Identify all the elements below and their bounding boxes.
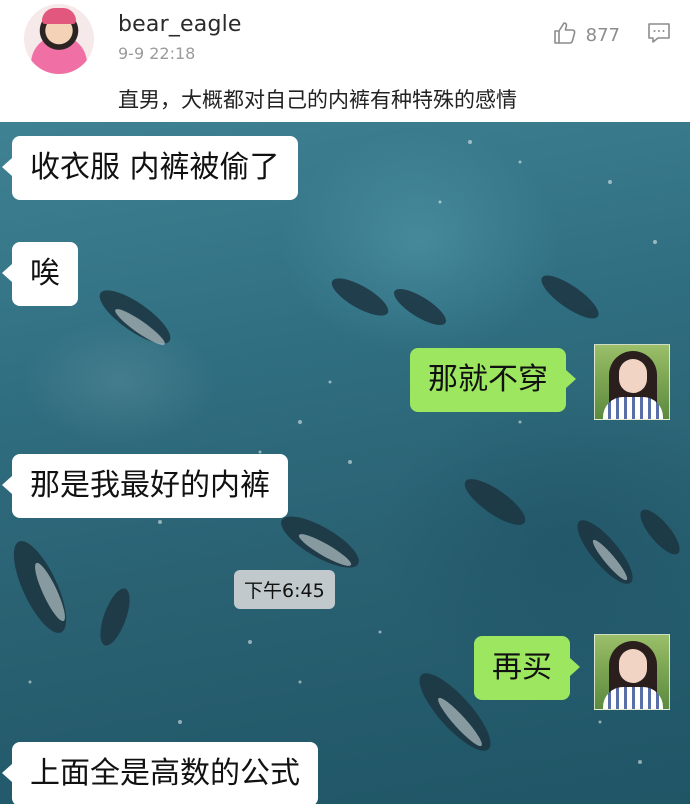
message-received[interactable]: 唉 xyxy=(2,242,78,306)
message-text: 那是我最好的内裤 xyxy=(30,468,270,503)
sender-avatar[interactable] xyxy=(594,634,670,710)
message-text: 那就不穿 xyxy=(428,362,548,397)
message-text: 唉 xyxy=(30,256,60,291)
message-text: 上面全是高数的公式 xyxy=(30,756,300,791)
message-sent[interactable]: 那就不穿 xyxy=(410,348,576,412)
post-text: 直男，大概都对自己的内裤有种特殊的感情 xyxy=(118,88,517,112)
sender-avatar[interactable] xyxy=(594,344,670,420)
comment-button[interactable] xyxy=(646,20,672,50)
message-sent[interactable]: 再买 xyxy=(474,636,580,700)
chat-screenshot: 收衣服 内裤被偷了 唉 那就不穿 那是我最好的内裤 下午6:45 再买 上面全是… xyxy=(0,122,690,804)
message-received[interactable]: 上面全是高数的公式 xyxy=(2,742,318,804)
post-time: 9-9 22:18 xyxy=(118,44,196,63)
post-header: bear_eagle 9-9 22:18 877 直男，大概都对自己的内裤有种特… xyxy=(0,0,690,122)
chat-timestamp: 下午6:45 xyxy=(234,570,335,609)
message-received[interactable]: 那是我最好的内裤 xyxy=(2,454,288,518)
message-text: 收衣服 内裤被偷了 xyxy=(30,150,280,185)
username[interactable]: bear_eagle xyxy=(118,12,242,37)
thumbs-up-icon xyxy=(552,20,578,50)
message-text: 再买 xyxy=(492,650,552,685)
like-count: 877 xyxy=(585,24,620,46)
like-button[interactable]: 877 xyxy=(552,20,620,50)
comment-icon xyxy=(646,23,672,50)
user-avatar[interactable] xyxy=(24,4,94,74)
message-received[interactable]: 收衣服 内裤被偷了 xyxy=(2,136,298,200)
